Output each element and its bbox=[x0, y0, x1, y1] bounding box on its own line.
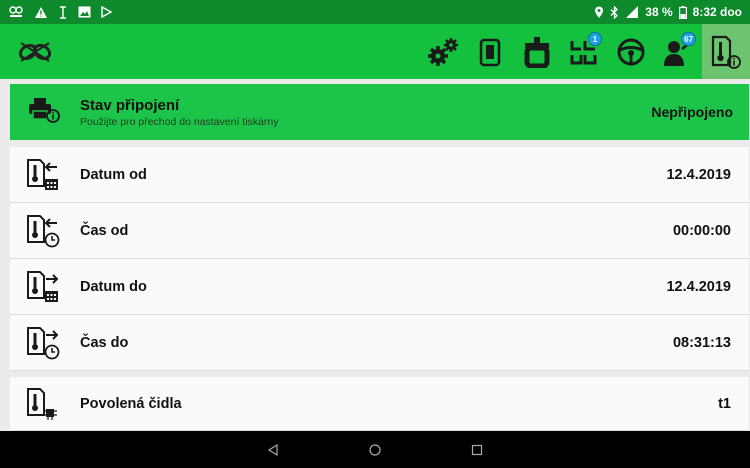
toolbar-icons: 1 67 bbox=[418, 24, 750, 79]
notifications-badge: 1 bbox=[588, 32, 602, 46]
row-date-from[interactable]: Datum od 12.4.2019 bbox=[10, 147, 749, 203]
bluetooth-icon bbox=[610, 5, 619, 19]
connection-status-row[interactable]: Stav připojení Použijte pro přechod do n… bbox=[10, 84, 749, 140]
trailer-icon bbox=[524, 36, 549, 68]
recents-icon[interactable] bbox=[471, 444, 483, 456]
row-label: Datum do bbox=[80, 278, 147, 295]
back-icon[interactable] bbox=[267, 443, 279, 456]
toolbar: 1 67 bbox=[0, 24, 750, 79]
play-store-icon bbox=[101, 6, 112, 18]
steering-wheel-icon bbox=[617, 38, 644, 65]
row-label: Datum od bbox=[80, 166, 147, 183]
thermometer-info-button[interactable] bbox=[702, 24, 750, 79]
location-icon bbox=[595, 6, 604, 18]
app-logo-icon bbox=[18, 41, 52, 62]
status-bar: 38 % 8:32 doo bbox=[0, 0, 750, 24]
fuel-button[interactable] bbox=[467, 24, 512, 79]
clock: 8:32 doo bbox=[692, 5, 742, 19]
steering-button[interactable] bbox=[608, 24, 653, 79]
warning-icon bbox=[35, 6, 47, 18]
thermo-clock-in-icon bbox=[26, 214, 60, 248]
row-label: Čas do bbox=[80, 334, 129, 351]
row-value: t1 bbox=[718, 395, 731, 412]
settings-button[interactable] bbox=[420, 24, 465, 79]
status-left bbox=[8, 5, 112, 19]
app-notification-icon bbox=[9, 6, 23, 17]
text-cursor-icon bbox=[60, 5, 66, 19]
row-value: 08:31:13 bbox=[672, 334, 731, 351]
connection-subtitle: Použijte pro přechod do nastavení tiskár… bbox=[80, 115, 279, 128]
trailer-button[interactable] bbox=[514, 24, 559, 79]
thermometer-info-icon bbox=[711, 35, 741, 69]
users-badge: 67 bbox=[681, 32, 696, 46]
fuel-pump-icon bbox=[479, 38, 500, 66]
connection-value: Nepřipojeno bbox=[651, 104, 733, 120]
row-time-from[interactable]: Čas od 00:00:00 bbox=[10, 203, 749, 259]
row-label: Povolená čidla bbox=[80, 395, 182, 412]
settings-list: Datum od 12.4.2019 Čas od 00:00:00 Datum… bbox=[10, 147, 749, 371]
battery-percent: 38 % bbox=[645, 5, 673, 19]
home-icon[interactable] bbox=[369, 443, 381, 456]
thermo-chip-icon bbox=[26, 387, 60, 421]
navigation-bar bbox=[0, 431, 750, 468]
row-enabled-sensors[interactable]: Povolená čidla t1 bbox=[10, 377, 749, 431]
battery-icon bbox=[678, 5, 687, 19]
row-value: 00:00:00 bbox=[672, 222, 731, 239]
row-value: 12.4.2019 bbox=[666, 278, 731, 295]
gears-icon bbox=[427, 37, 458, 66]
row-label: Čas od bbox=[80, 222, 129, 239]
thermo-calendar-in-icon bbox=[26, 158, 60, 192]
sensors-list: Povolená čidla t1 bbox=[10, 377, 749, 431]
image-icon bbox=[78, 6, 91, 18]
row-time-to[interactable]: Čas do 08:31:13 bbox=[10, 315, 749, 371]
screen: 38 % 8:32 doo 1 67 Stav připojení Použij… bbox=[0, 0, 750, 468]
thermo-clock-out-icon bbox=[26, 326, 60, 360]
row-date-to[interactable]: Datum do 12.4.2019 bbox=[10, 259, 749, 315]
row-value: 12.4.2019 bbox=[666, 166, 731, 183]
app-logo[interactable] bbox=[0, 24, 70, 79]
thermo-calendar-out-icon bbox=[26, 270, 60, 304]
signal-icon bbox=[626, 6, 639, 18]
users-button[interactable]: 67 bbox=[655, 24, 700, 79]
status-right: 38 % 8:32 doo bbox=[594, 5, 742, 19]
connections-button[interactable]: 1 bbox=[561, 24, 606, 79]
connection-text: Stav připojení Použijte pro přechod do n… bbox=[80, 97, 278, 128]
connection-title: Stav připojení bbox=[80, 96, 180, 114]
printer-info-icon bbox=[28, 97, 60, 128]
